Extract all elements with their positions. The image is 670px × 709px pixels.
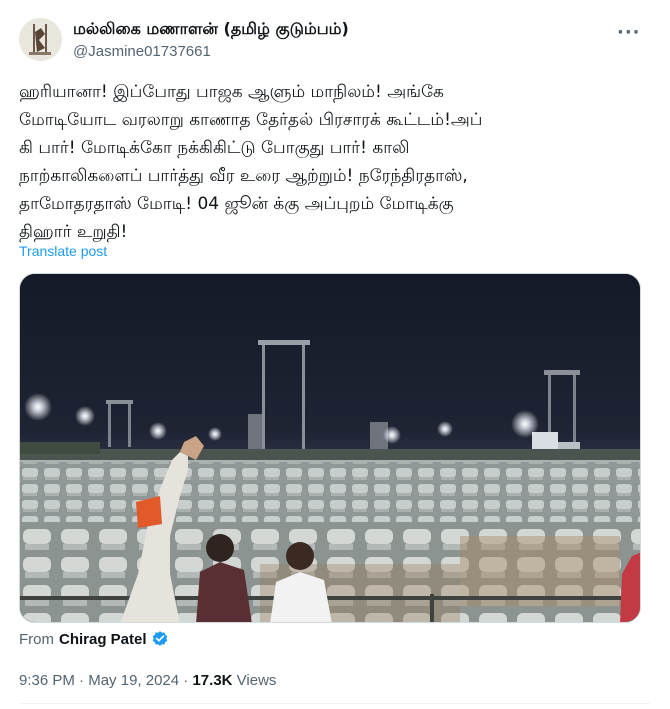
source-attribution: From Chirag Patel bbox=[19, 630, 169, 648]
author-handle[interactable]: @Jasmine01737661 bbox=[73, 43, 211, 60]
avatar[interactable] bbox=[19, 18, 62, 61]
post-text-line: தாமோதரதாஸ் மோடி! 04 ஜூன் க்கு அப்புறம் ம… bbox=[19, 194, 454, 214]
post-text-line: ஹரியானா! இப்போது பாஜக ஆளும் மாநிலம்! அங்… bbox=[19, 82, 444, 102]
views-count: 17.3K bbox=[192, 672, 233, 689]
post-text-line: நாற்காலிகளைப் பார்த்து வீர உரை ஆற்றும்! … bbox=[19, 166, 468, 186]
post-metadata: 9:36 PM · May 19, 2024 · 17.3K Views bbox=[19, 672, 276, 689]
video-media[interactable] bbox=[19, 273, 641, 623]
more-horizontal-icon[interactable]: ··· bbox=[617, 22, 641, 43]
source-name-link[interactable]: Chirag Patel bbox=[59, 631, 147, 648]
views-label: Views bbox=[236, 672, 277, 689]
verified-badge-icon bbox=[151, 630, 169, 648]
tweet: மல்லிகை மணாளன் (தமிழ் குடும்பம்) @Jasmin… bbox=[0, 0, 670, 709]
translate-post-link[interactable]: Translate post bbox=[19, 243, 107, 259]
meta-separator: · bbox=[183, 672, 189, 689]
meta-separator: · bbox=[79, 672, 85, 689]
video-frame bbox=[20, 274, 640, 622]
post-date[interactable]: May 19, 2024 bbox=[88, 672, 179, 689]
post-text: ஹரியானா! இப்போது பாஜக ஆளும் மாநிலம்! அங்… bbox=[19, 78, 649, 246]
source-prefix: From bbox=[19, 630, 54, 648]
post-text-line: மோடியோட வரலாறு காணாத தேர்தல் பிரசாரக் கூ… bbox=[19, 110, 483, 130]
post-text-line: கி பார்! மோடிக்கோ நக்கிகிட்டு போகுது பார… bbox=[19, 138, 410, 158]
post-time[interactable]: 9:36 PM bbox=[19, 672, 75, 689]
divider bbox=[19, 703, 650, 704]
post-text-line: திஹார் உறுதி! bbox=[19, 222, 128, 242]
avatar-image bbox=[19, 18, 62, 61]
author-display-name[interactable]: மல்லிகை மணாளன் (தமிழ் குடும்பம்) bbox=[73, 19, 349, 40]
